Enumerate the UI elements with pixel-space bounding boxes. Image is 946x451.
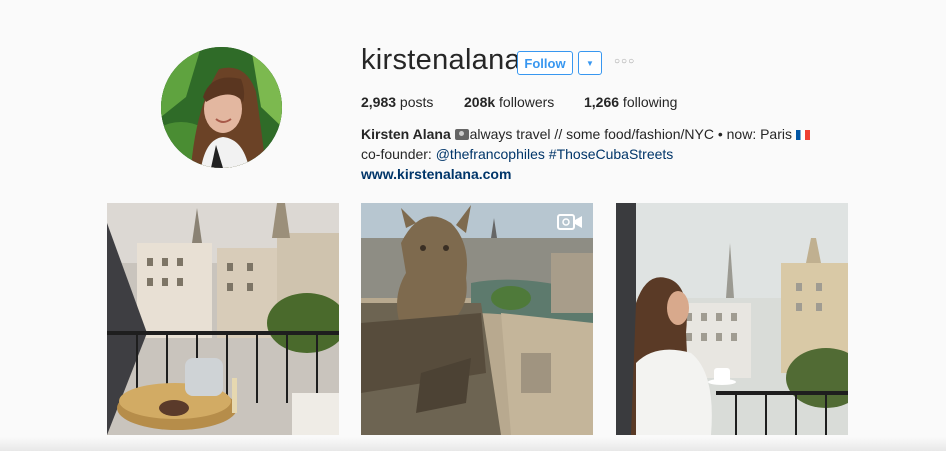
profile-bio: Kirsten Alana always travel // some food… bbox=[361, 124, 821, 184]
french-flag-icon bbox=[795, 130, 810, 140]
posts-label: posts bbox=[396, 94, 434, 110]
bio-hashtag-link[interactable]: #ThoseCubaStreets bbox=[549, 146, 674, 162]
post-tile-1[interactable] bbox=[107, 203, 339, 435]
page-fade bbox=[0, 437, 946, 451]
post-tile-3[interactable] bbox=[616, 203, 848, 435]
profile-avatar[interactable] bbox=[161, 47, 282, 168]
followers-label: followers bbox=[495, 94, 555, 110]
following-label: following bbox=[619, 94, 678, 110]
camera-emoji-icon bbox=[454, 129, 469, 140]
following-count: 1,266 bbox=[584, 94, 620, 110]
post-tile-2[interactable] bbox=[361, 203, 593, 435]
bio-mention-link[interactable]: @thefrancophiles bbox=[436, 146, 545, 162]
posts-stat: 2,983 posts bbox=[361, 94, 433, 110]
following-stat[interactable]: 1,266 following bbox=[584, 94, 677, 110]
posts-count: 2,983 bbox=[361, 94, 397, 110]
bio-text: always travel // some food/fashion/NYC •… bbox=[469, 126, 792, 142]
followers-count: 208k bbox=[464, 94, 496, 110]
caret-down-icon: ▼ bbox=[586, 58, 594, 68]
bio-full-name: Kirsten Alana bbox=[361, 126, 451, 142]
follow-dropdown-button[interactable]: ▼ bbox=[578, 51, 602, 75]
ellipsis-icon: ○○○ bbox=[614, 56, 636, 67]
follow-button[interactable]: Follow bbox=[517, 51, 573, 75]
followers-stat[interactable]: 208k followers bbox=[464, 94, 554, 110]
video-camera-icon bbox=[557, 213, 583, 231]
bio-text-cofounder: co-founder: bbox=[361, 146, 436, 162]
profile-username: kirstenalana bbox=[361, 44, 521, 76]
more-options-button[interactable]: ○○○ bbox=[614, 56, 636, 70]
bio-website-link[interactable]: www.kirstenalana.com bbox=[361, 166, 511, 182]
